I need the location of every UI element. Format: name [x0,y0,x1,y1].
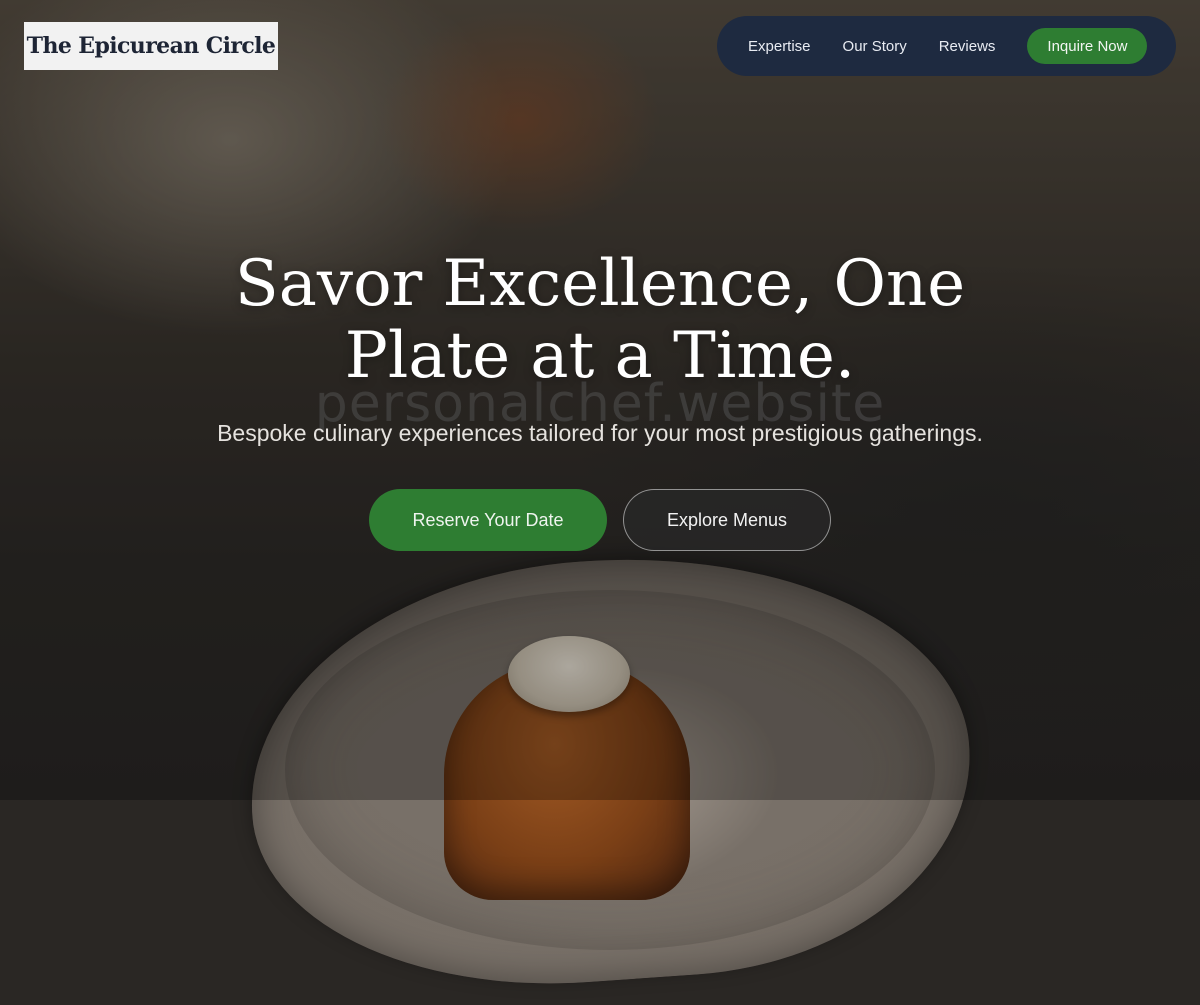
inquire-now-button[interactable]: Inquire Now [1027,28,1148,64]
hero-subtitle: Bespoke culinary experiences tailored fo… [217,420,983,446]
logo-link[interactable]: The Epicurean Circle [24,22,278,70]
nav-link-reviews[interactable]: Reviews [939,38,996,55]
logo-text: The Epicurean Circle [26,33,276,59]
hero-title: Savor Excellence, One Plate at a Time. [150,248,1050,392]
hero-overlay [0,0,1200,800]
main-nav: Expertise Our Story Reviews Inquire Now [717,16,1176,76]
reserve-date-button[interactable]: Reserve Your Date [369,489,607,551]
nav-link-expertise[interactable]: Expertise [748,38,811,55]
hero-title-line-1: Savor Excellence, One [234,247,966,321]
explore-menus-button[interactable]: Explore Menus [623,489,831,551]
hero-title-line-2: Plate at a Time. [344,319,856,393]
nav-link-our-story[interactable]: Our Story [843,38,907,55]
